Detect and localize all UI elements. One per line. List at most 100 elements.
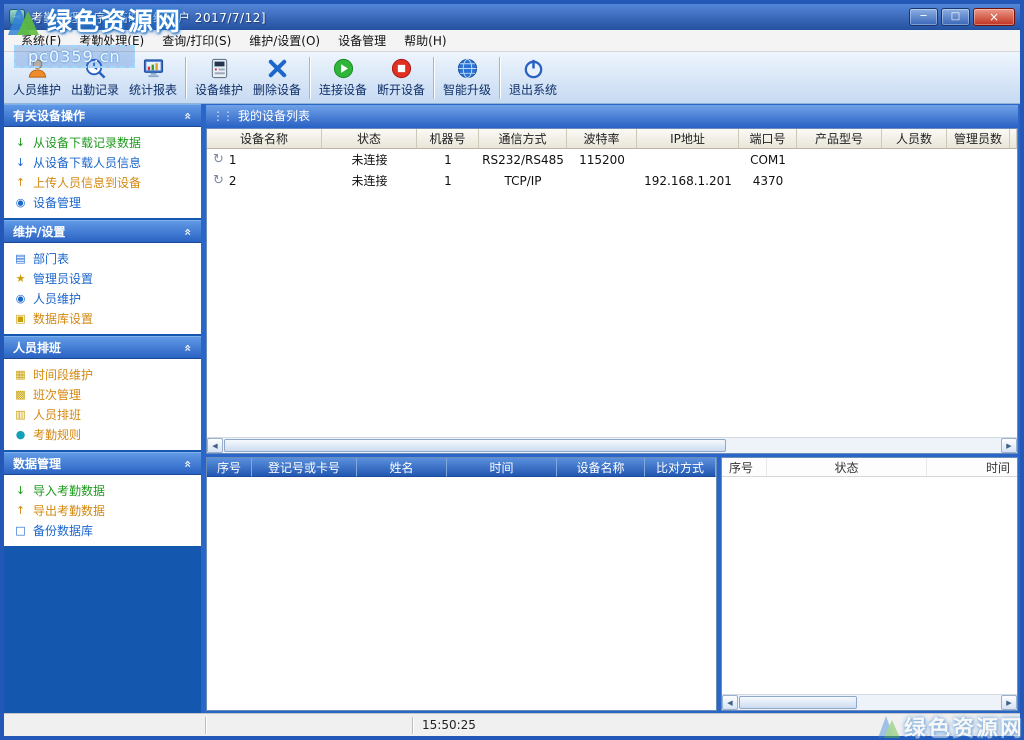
scroll-left-button[interactable]: ◀: [722, 695, 738, 710]
device-terminal-icon: [208, 57, 231, 80]
sidebar-item-upload-personnel[interactable]: ↑ 上传人员信息到设备: [4, 172, 201, 192]
sidebar-item-device-management[interactable]: ◉ 设备管理: [4, 192, 201, 212]
column-header-device-name[interactable]: 设备名称: [207, 129, 322, 149]
column-header-ip-address[interactable]: IP地址: [637, 129, 739, 149]
toolbar-label: 设备维护: [194, 83, 243, 97]
sidebar-item-shift-management[interactable]: ▩ 班次管理: [4, 384, 201, 404]
device-comm-mode: TCP/IP: [504, 173, 542, 188]
sidebar-item-time-period[interactable]: ▦ 时间段维护: [4, 364, 201, 384]
sidebar-item-personnel-shift[interactable]: ▥ 人员排班: [4, 404, 201, 424]
sidebar-item-admin-settings[interactable]: ★ 管理员设置: [4, 268, 201, 288]
sidebar-item-download-records[interactable]: ↓ 从设备下载记录数据: [4, 132, 201, 152]
sidebar-panel: ▤ 部门表 ★ 管理员设置 ◉ 人员维护 ▣ 数据库设置: [4, 243, 201, 336]
device-h-scrollbar[interactable]: ◀ ▶: [207, 437, 1017, 453]
scroll-thumb[interactable]: [739, 696, 857, 709]
column-header-machine-no[interactable]: 机器号: [417, 129, 479, 149]
sidebar-filler: [4, 548, 201, 713]
scroll-right-button[interactable]: ▶: [1001, 695, 1017, 710]
menu-system[interactable]: 系统(F): [12, 30, 70, 51]
statusbar: 15:50:25: [4, 713, 1020, 736]
sidebar-item-label: 时间段维护: [33, 367, 94, 382]
device-table-header: 设备名称 状态 机器号 通信方式 波特率 IP地址 端口号 产品型号 人员数 管…: [207, 129, 1017, 149]
record-table-body[interactable]: [207, 477, 716, 710]
column-header-status[interactable]: 状态: [767, 458, 927, 476]
column-header-seq[interactable]: 序号: [207, 458, 252, 477]
scroll-right-icon: ▶: [1006, 441, 1012, 450]
sidebar-item-database-settings[interactable]: ▣ 数据库设置: [4, 308, 201, 328]
collapse-icon[interactable]: «: [181, 460, 195, 468]
collapse-icon[interactable]: «: [181, 112, 195, 120]
column-header-time[interactable]: 时间: [927, 458, 1017, 476]
column-header-status[interactable]: 状态: [322, 129, 417, 149]
minimize-button[interactable]: ─: [909, 8, 938, 26]
column-header-port[interactable]: 端口号: [739, 129, 797, 149]
column-header-verify-mode[interactable]: 比对方式: [645, 458, 716, 477]
column-header-name[interactable]: 姓名: [357, 458, 447, 477]
menu-help[interactable]: 帮助(H): [395, 30, 455, 51]
main-area: ⋮⋮ 我的设备列表 设备名称 状态 机器号 通信方式 波特率 IP地址 端口号 …: [204, 104, 1020, 713]
connect-device-button[interactable]: 连接设备: [314, 54, 372, 102]
sidebar-item-attendance-rules[interactable]: ● 考勤规则: [4, 424, 201, 444]
personnel-maintenance-button[interactable]: 人员维护: [8, 54, 66, 102]
menu-device-management[interactable]: 设备管理: [329, 30, 395, 51]
menu-maintain-settings[interactable]: 维护/设置(O): [240, 30, 329, 51]
statistics-report-button[interactable]: 统计报表: [124, 54, 182, 102]
device-ip: 192.168.1.201: [644, 173, 732, 188]
column-header-time[interactable]: 时间: [447, 458, 557, 477]
disconnect-device-button[interactable]: 断开设备: [372, 54, 430, 102]
column-header-device-name[interactable]: 设备名称: [557, 458, 645, 477]
sidebar-section-personnel-scheduling[interactable]: 人员排班 «: [4, 336, 201, 359]
sidebar-item-personnel-maintenance[interactable]: ◉ 人员维护: [4, 288, 201, 308]
status-h-scrollbar[interactable]: ◀ ▶: [722, 694, 1017, 710]
column-header-admin-count[interactable]: 管理员数: [947, 129, 1010, 149]
device-list-caption: ⋮⋮ 我的设备列表: [206, 105, 1018, 126]
column-header-comm-mode[interactable]: 通信方式: [479, 129, 567, 149]
sidebar-section-maintain-settings[interactable]: 维护/设置 «: [4, 220, 201, 243]
device-icon: ◉: [15, 195, 26, 209]
attendance-record-button[interactable]: 出勤记录: [66, 54, 124, 102]
collapse-icon[interactable]: «: [181, 228, 195, 236]
device-maintenance-button[interactable]: 设备维护: [190, 54, 248, 102]
sidebar-section-data-management[interactable]: 数据管理 «: [4, 452, 201, 475]
column-header-reg-or-card-no[interactable]: 登记号或卡号: [252, 458, 357, 477]
sync-icon: ↻: [213, 173, 224, 188]
sidebar-item-export-data[interactable]: ↑ 导出考勤数据: [4, 500, 201, 520]
sidebar-item-download-personnel[interactable]: ↓ 从设备下载人员信息: [4, 152, 201, 172]
maximize-button[interactable]: □: [941, 8, 970, 26]
sidebar-item-backup-database[interactable]: □ 备份数据库: [4, 520, 201, 540]
status-table-body[interactable]: [722, 477, 1017, 694]
maximize-icon: □: [950, 11, 961, 22]
toolbar-label: 删除设备: [252, 83, 301, 97]
toolbar-separator: [499, 56, 501, 99]
menu-attendance-processing[interactable]: 考勤处理(E): [70, 30, 153, 51]
collapse-icon[interactable]: «: [181, 344, 195, 352]
backup-icon: □: [15, 523, 26, 537]
device-row-1[interactable]: ↻ 1 未连接 1 RS232/RS485 115200 COM1: [207, 149, 1017, 170]
sidebar-section-device-operations[interactable]: 有关设备操作 «: [4, 104, 201, 127]
sidebar-item-label: 备份数据库: [33, 523, 94, 538]
section-title: 有关设备操作: [13, 109, 86, 123]
column-header-product-model[interactable]: 产品型号: [797, 129, 882, 149]
clock-magnifier-icon: [84, 57, 107, 80]
scroll-left-icon: ◀: [212, 441, 218, 450]
device-list-panel: 设备名称 状态 机器号 通信方式 波特率 IP地址 端口号 产品型号 人员数 管…: [206, 128, 1018, 454]
close-button[interactable]: ×: [973, 8, 1015, 26]
sidebar-item-import-data[interactable]: ↓ 导入考勤数据: [4, 480, 201, 500]
scroll-left-button[interactable]: ◀: [207, 438, 223, 453]
column-header-seq[interactable]: 序号: [722, 458, 767, 476]
sidebar-item-label: 上传人员信息到设备: [33, 175, 142, 190]
sidebar-item-label: 从设备下载记录数据: [33, 135, 142, 150]
scroll-thumb[interactable]: [224, 439, 727, 452]
exit-system-button[interactable]: 退出系统: [504, 54, 562, 102]
smart-upgrade-button[interactable]: 智能升级: [438, 54, 496, 102]
grip-icon: ⋮⋮: [212, 108, 234, 123]
column-header-baud-rate[interactable]: 波特率: [567, 129, 637, 149]
sidebar-item-department-table[interactable]: ▤ 部门表: [4, 248, 201, 268]
content-area: 有关设备操作 « ↓ 从设备下载记录数据 ↓ 从设备下载人员信息 ↑ 上传人员信息到设…: [4, 104, 1020, 713]
menu-query-print[interactable]: 查询/打印(S): [153, 30, 240, 51]
delete-device-button[interactable]: 删除设备: [248, 54, 306, 102]
column-header-people-count[interactable]: 人员数: [882, 129, 947, 149]
people-icon: ◉: [15, 291, 26, 305]
scroll-right-button[interactable]: ▶: [1001, 438, 1017, 453]
device-row-2[interactable]: ↻ 2 未连接 1 TCP/IP 192.168.1.201 4370: [207, 170, 1017, 191]
